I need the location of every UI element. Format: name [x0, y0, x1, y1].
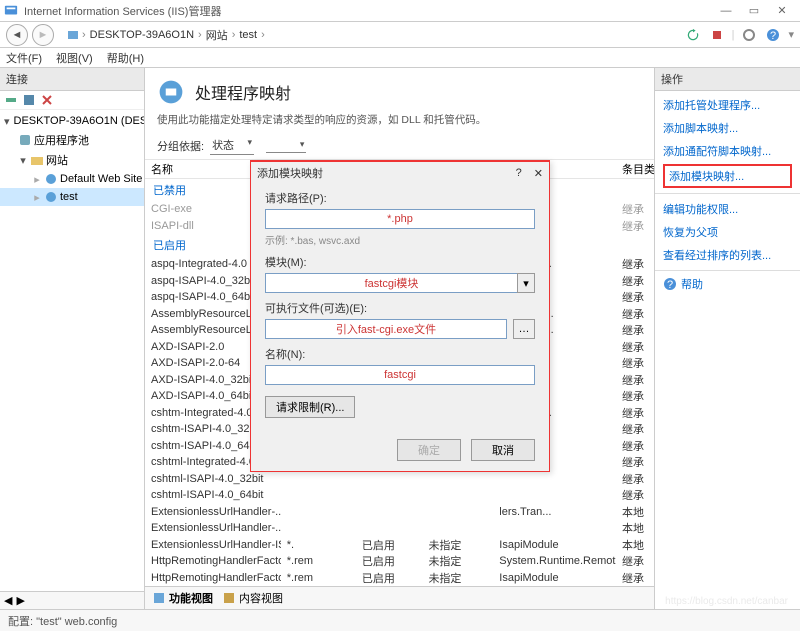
input-name[interactable]	[265, 365, 535, 385]
app-pool-icon	[18, 133, 32, 147]
page-subtitle: 使用此功能描定处理特定请求类型的响应的资源，如 DLL 和托管代码。	[145, 112, 654, 135]
settings-icon[interactable]	[740, 26, 758, 44]
action-revert-to-parent[interactable]: 恢复为父项	[663, 222, 792, 242]
tree-label: 应用程序池	[34, 132, 89, 148]
table-row[interactable]: cshtml-ISAPI-4.0_64bit继承	[145, 487, 654, 504]
right-tab-icon[interactable]: ▶	[16, 594, 24, 607]
add-module-mapping-dialog: 添加模块映射 ? ✕ 请求路径(P): 示例: *.bas, wsvc.axd …	[250, 160, 550, 472]
input-module[interactable]	[265, 273, 517, 293]
help-icon: ?	[663, 277, 677, 291]
actions-header: 操作	[655, 68, 800, 91]
browse-executable-button[interactable]: …	[513, 319, 535, 339]
table-row[interactable]: ExtensionlessUrlHandler-...lers.Tran...本…	[145, 504, 654, 521]
window-close-button[interactable]: ✕	[768, 1, 796, 21]
cancel-button[interactable]: 取消	[471, 439, 535, 461]
groupby-combo[interactable]: 状态	[210, 137, 254, 155]
tree-node-test[interactable]: ▸ test	[0, 188, 144, 206]
table-row[interactable]: cshtml-ISAPI-4.0_32bit继承	[145, 471, 654, 488]
save-icon[interactable]	[22, 93, 36, 107]
request-restrictions-button[interactable]: 请求限制(R)...	[265, 396, 355, 418]
features-view-icon	[153, 592, 165, 604]
refresh-icon[interactable]	[684, 26, 702, 44]
tab-content-view[interactable]: 内容视图	[223, 590, 283, 606]
svg-text:?: ?	[770, 30, 776, 42]
window-titlebar: Internet Information Services (IIS)管理器 ―…	[0, 0, 800, 22]
groupby-label: 分组依据:	[157, 138, 204, 154]
actions-pane: 操作 添加托管处理程序... 添加脚本映射... 添加通配符脚本映射... 添加…	[655, 68, 800, 609]
input-request-path[interactable]	[265, 209, 535, 229]
tree-label: 网站	[46, 152, 68, 168]
label-executable: 可执行文件(可选)(E):	[265, 300, 535, 316]
page-title: 处理程序映射	[195, 80, 291, 104]
delete-icon[interactable]	[40, 93, 54, 107]
dialog-close-button[interactable]: ✕	[534, 167, 543, 180]
tree-label: DESKTOP-39A6O1N (DESK	[14, 115, 144, 127]
breadcrumb-seg-test[interactable]: test	[237, 29, 259, 41]
example-text: 示例: *.bas, wsvc.axd	[265, 232, 535, 247]
table-row[interactable]: ExtensionlessUrlHandler-IS...*.已启用未指定Isa…	[145, 537, 654, 554]
tree-label: Default Web Site	[60, 173, 142, 185]
svg-text:?: ?	[667, 279, 673, 291]
col-etype[interactable]: 条目类型	[616, 161, 654, 177]
stop-icon[interactable]	[708, 26, 726, 44]
ok-button[interactable]: 确定	[397, 439, 461, 461]
label-request-path: 请求路径(P):	[265, 190, 535, 206]
status-text: 配置: "test" web.config	[8, 613, 117, 629]
dialog-title: 添加模块映射	[257, 165, 323, 181]
breadcrumb-seg-server[interactable]: DESKTOP-39A6O1N	[88, 29, 196, 41]
connections-tree[interactable]: ▾ DESKTOP-39A6O1N (DESK 应用程序池 ▾ 网站 ▸ Def…	[0, 110, 144, 591]
menu-help[interactable]: 帮助(H)	[107, 50, 144, 66]
dialog-help-button[interactable]: ?	[516, 167, 522, 179]
tab-features-view[interactable]: 功能视图	[153, 590, 213, 606]
address-bar: ◄ ► › DESKTOP-39A6O1N › 网站 › test › | ? …	[0, 22, 800, 48]
table-row[interactable]: ExtensionlessUrlHandler-...本地	[145, 520, 654, 537]
action-add-script-map[interactable]: 添加脚本映射...	[663, 118, 792, 138]
tree-label: test	[60, 191, 78, 203]
connect-icon[interactable]	[4, 93, 18, 107]
globe-icon	[44, 190, 58, 204]
connections-pane: 连接 ▾ DESKTOP-39A6O1N (DESK 应用程序池 ▾ 网站 ▸	[0, 68, 145, 609]
action-view-ordered-list[interactable]: 查看经过排序的列表...	[663, 245, 792, 265]
nav-back-button[interactable]: ◄	[6, 24, 28, 46]
label-module: 模块(M):	[265, 254, 535, 270]
iis-icon	[4, 4, 18, 18]
status-bar: 配置: "test" web.config	[0, 609, 800, 631]
nav-forward-button[interactable]: ►	[32, 24, 54, 46]
action-add-wildcard-script-map[interactable]: 添加通配符脚本映射...	[663, 141, 792, 161]
help-icon[interactable]: ?	[764, 26, 782, 44]
window-maximize-button[interactable]: ▭	[740, 1, 768, 21]
server-icon	[66, 28, 80, 42]
action-help[interactable]: ? 帮助	[663, 276, 792, 292]
label-name: 名称(N):	[265, 346, 535, 362]
module-dropdown-button[interactable]: ▾	[517, 273, 535, 293]
input-executable[interactable]	[265, 319, 507, 339]
tree-node-default-web-site[interactable]: ▸ Default Web Site	[0, 170, 144, 188]
tree-node-sites[interactable]: ▾ 网站	[0, 150, 144, 170]
action-add-managed-handler[interactable]: 添加托管处理程序...	[663, 95, 792, 115]
table-row[interactable]: HttpRemotingHandlerFacto...*.rem已启用未指定Is…	[145, 570, 654, 587]
connections-header: 连接	[0, 68, 144, 91]
groupby-secondary-combo[interactable]	[266, 139, 306, 153]
watermark: https://blog.csdn.net/canbar	[665, 596, 788, 607]
action-edit-feature-permissions[interactable]: 编辑功能权限...	[663, 199, 792, 219]
action-add-module-mapping[interactable]: 添加模块映射...	[663, 164, 792, 188]
menu-file[interactable]: 文件(F)	[6, 50, 42, 66]
folder-icon	[30, 153, 44, 167]
breadcrumb-seg-sites[interactable]: 网站	[204, 27, 230, 43]
tree-node-app-pools[interactable]: 应用程序池	[0, 130, 144, 150]
menu-bar: 文件(F) 视图(V) 帮助(H)	[0, 48, 800, 68]
window-minimize-button[interactable]: ―	[712, 1, 740, 21]
left-tab-icon[interactable]: ◀	[4, 594, 12, 607]
globe-icon	[44, 172, 58, 186]
table-row[interactable]: HttpRemotingHandlerFacto...*.rem已启用未指定Sy…	[145, 553, 654, 570]
content-view-icon	[223, 592, 235, 604]
menu-view[interactable]: 视图(V)	[56, 50, 93, 66]
handler-mappings-icon	[157, 78, 185, 106]
tree-node-server[interactable]: ▾ DESKTOP-39A6O1N (DESK	[0, 112, 144, 130]
breadcrumb[interactable]: › DESKTOP-39A6O1N › 网站 › test ›	[62, 22, 680, 47]
window-title: Internet Information Services (IIS)管理器	[24, 3, 712, 19]
